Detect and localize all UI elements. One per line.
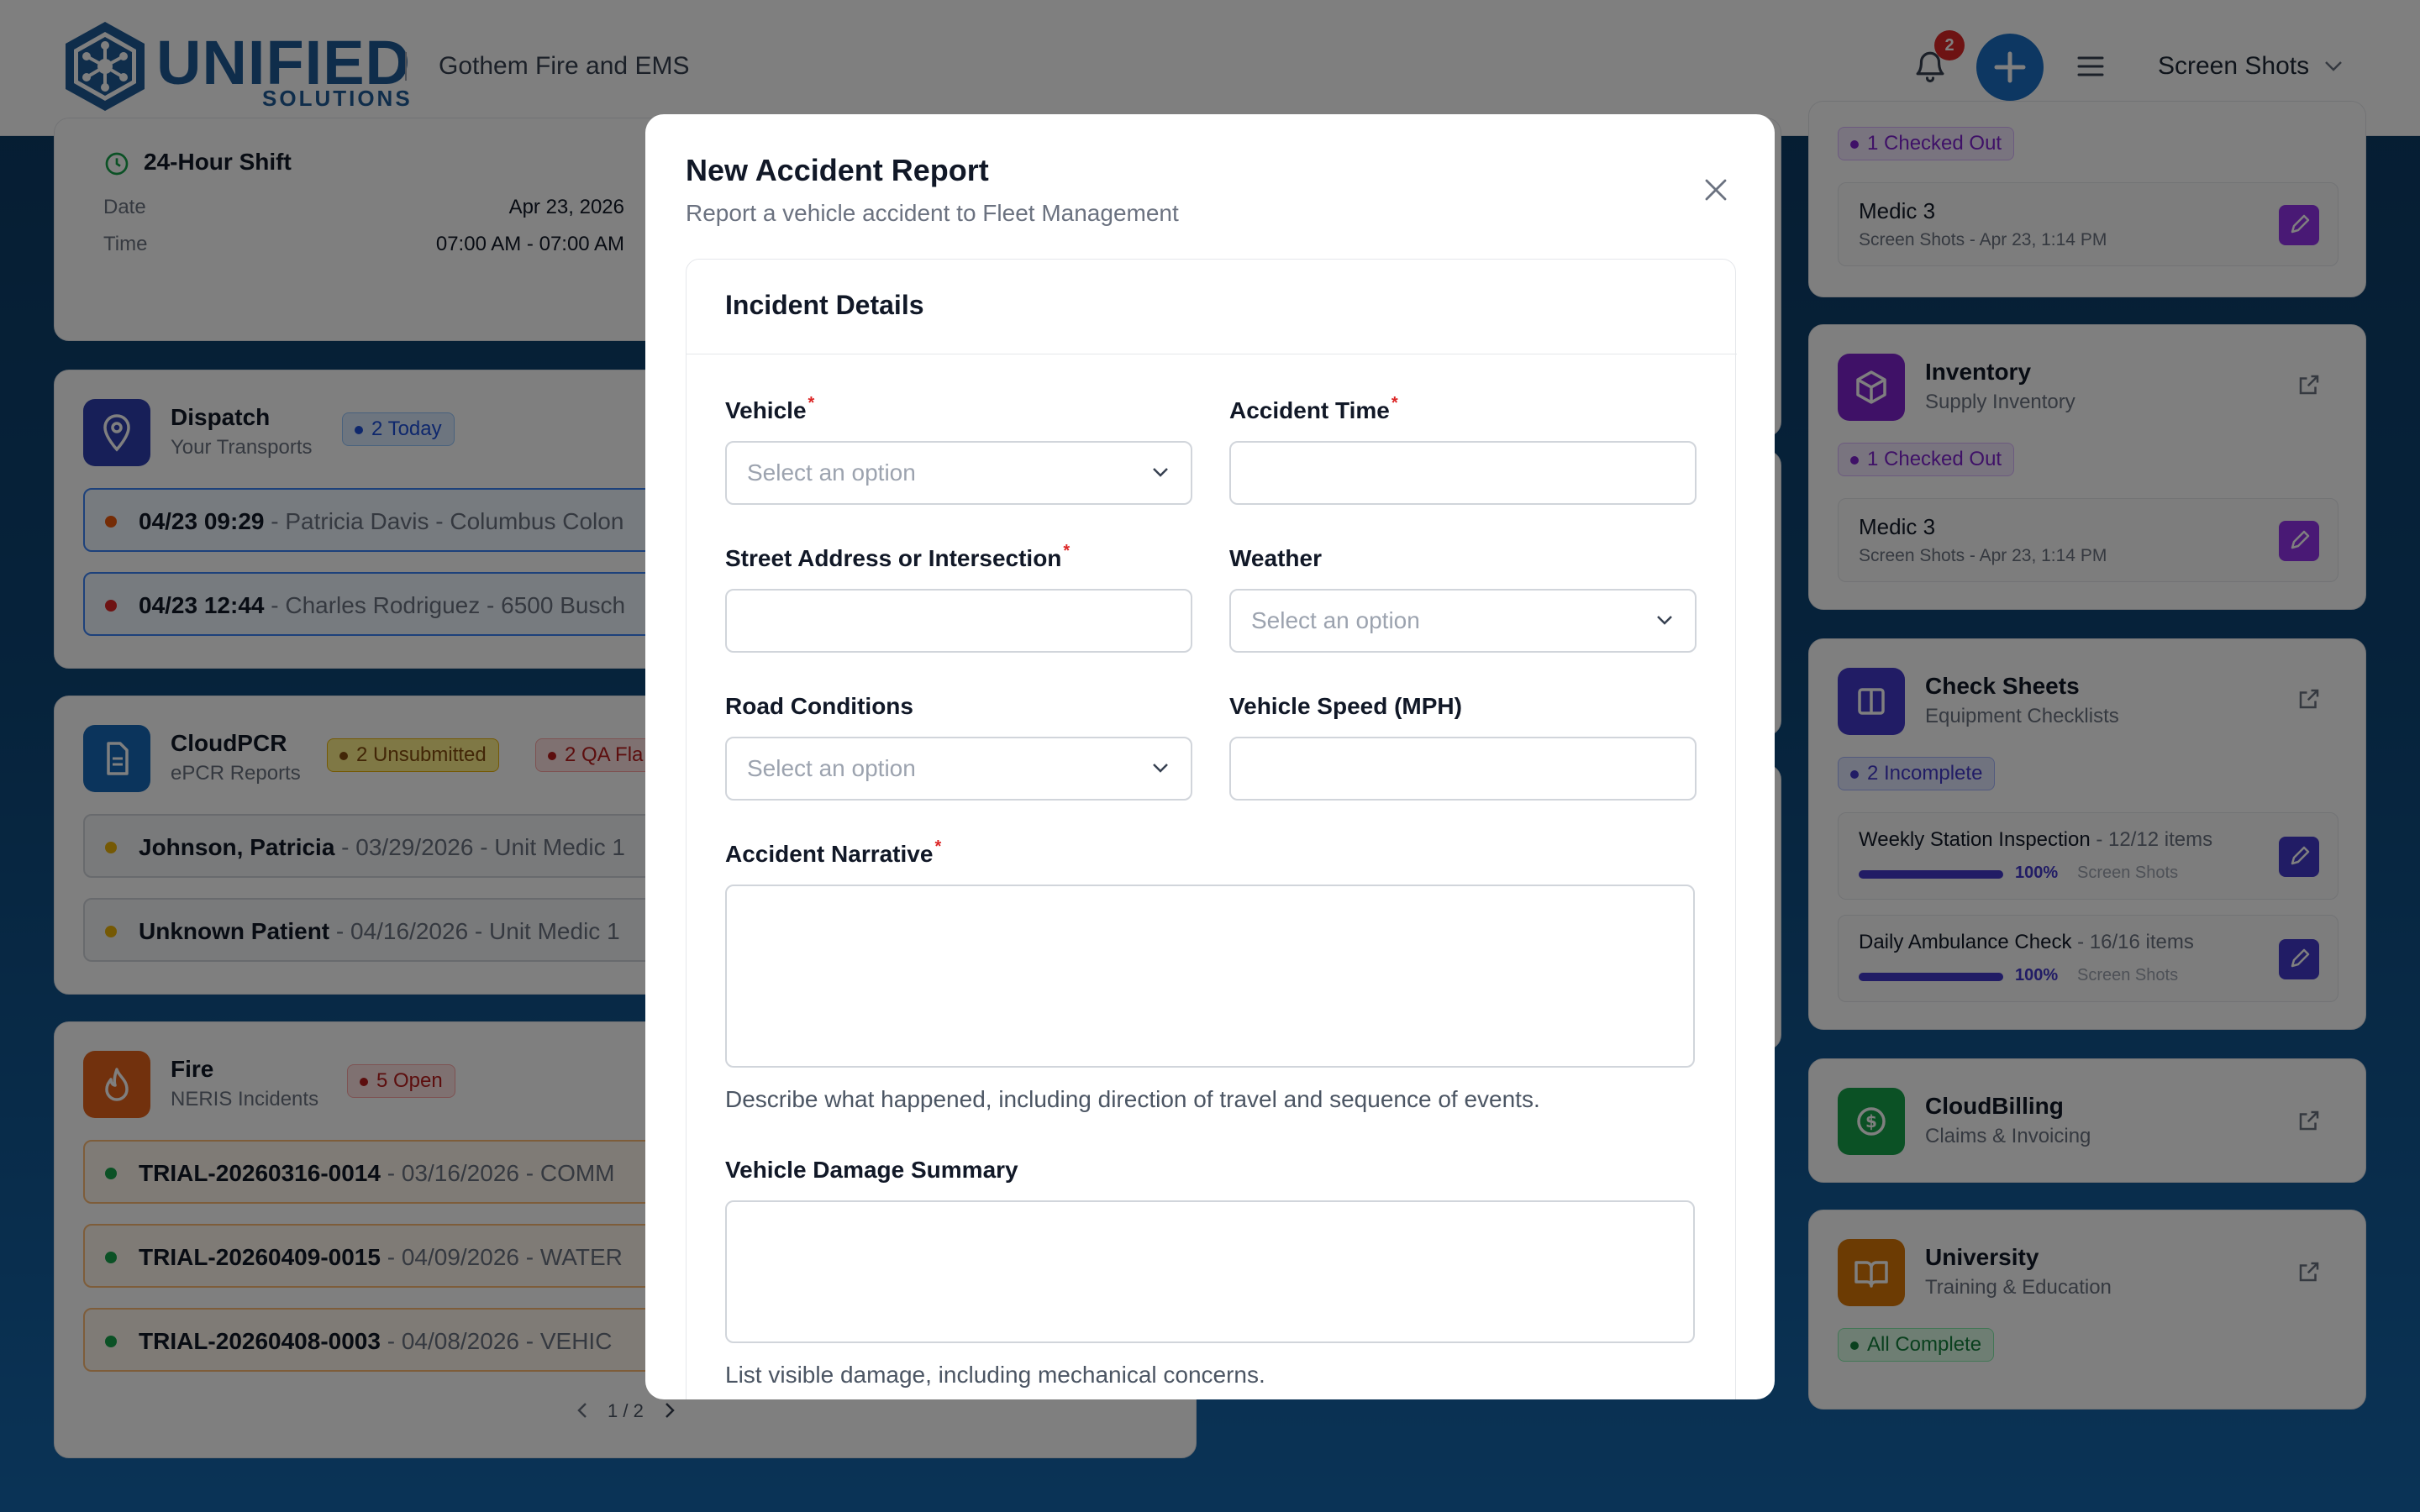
required-marker: *: [808, 394, 815, 412]
vehicle-damage-label: Vehicle Damage Summary: [725, 1157, 1018, 1183]
weather-select[interactable]: Select an option: [1229, 589, 1697, 653]
vehicle-speed-input[interactable]: [1229, 737, 1697, 801]
close-icon[interactable]: [1701, 175, 1731, 205]
vehicle-damage-help: List visible damage, including mechanica…: [725, 1362, 1265, 1388]
vehicle-label-text: Vehicle: [725, 397, 807, 423]
chevron-down-icon: [1657, 616, 1672, 625]
accident-narrative-label: Accident Narrative *: [725, 837, 941, 868]
new-accident-report-modal: New Accident Report Report a vehicle acc…: [645, 114, 1775, 1399]
section-title: Incident Details: [725, 290, 924, 320]
road-conditions-label: Road Conditions: [725, 693, 913, 719]
required-marker: *: [934, 837, 942, 856]
accident-time-input[interactable]: [1229, 441, 1697, 505]
accident-narrative-textarea[interactable]: [725, 885, 1695, 1068]
incident-details-section: Incident Details Vehicle * Select an opti…: [686, 259, 1737, 1399]
street-address-input[interactable]: [725, 589, 1192, 653]
chevron-down-icon: [1153, 764, 1168, 773]
required-marker: *: [1391, 394, 1398, 412]
street-address-label-text: Street Address or Intersection: [725, 545, 1062, 571]
vehicle-label: Vehicle *: [725, 394, 815, 424]
required-marker: *: [1063, 542, 1071, 560]
modal-title: New Accident Report: [686, 153, 989, 187]
road-conditions-placeholder: Select an option: [747, 755, 916, 781]
vehicle-select[interactable]: Select an option: [725, 441, 1192, 505]
accident-narrative-label-text: Accident Narrative: [725, 841, 934, 867]
vehicle-speed-label: Vehicle Speed (MPH): [1229, 693, 1462, 719]
accident-time-label-text: Accident Time: [1229, 397, 1390, 423]
weather-label: Weather: [1229, 545, 1322, 571]
vehicle-damage-textarea[interactable]: [725, 1200, 1695, 1343]
modal-subtitle: Report a vehicle accident to Fleet Manag…: [686, 200, 1179, 226]
street-address-label: Street Address or Intersection *: [725, 542, 1071, 572]
accident-narrative-help: Describe what happened, including direct…: [725, 1086, 1540, 1112]
accident-time-label: Accident Time *: [1229, 394, 1398, 424]
chevron-down-icon: [1153, 468, 1168, 477]
road-conditions-select[interactable]: Select an option: [725, 737, 1192, 801]
weather-select-placeholder: Select an option: [1251, 607, 1420, 633]
vehicle-select-placeholder: Select an option: [747, 459, 916, 486]
